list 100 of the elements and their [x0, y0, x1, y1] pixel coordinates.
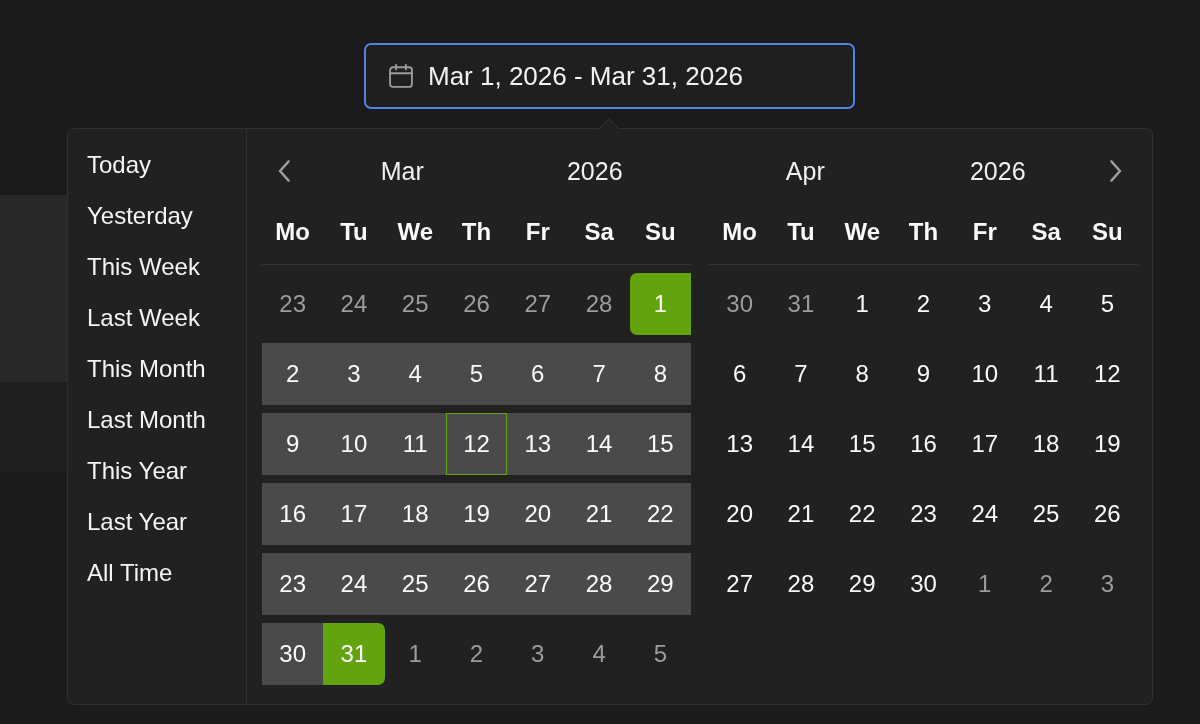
calendar-day[interactable]: 26	[1076, 483, 1138, 545]
calendar-day[interactable]: 16	[262, 483, 324, 545]
calendar-day[interactable]: 2	[445, 623, 508, 685]
calendar-day[interactable]: 17	[323, 483, 385, 545]
weekday-label: Fr	[525, 218, 550, 246]
weekday-label: Mo	[722, 218, 757, 246]
calendar-day[interactable]: 10	[954, 343, 1016, 405]
calendar-day[interactable]: 5	[629, 623, 691, 685]
calendar-day[interactable]: 6	[709, 343, 771, 405]
chevron-right-icon	[1110, 160, 1122, 182]
calendar-day[interactable]: 18	[1015, 413, 1077, 475]
calendar-day[interactable]: 5	[445, 343, 508, 405]
year-label: 2026	[566, 156, 623, 186]
calendar-day[interactable]: 25	[1015, 483, 1077, 545]
calendar-day[interactable]: 3	[323, 343, 385, 405]
calendar-day[interactable]: 9	[892, 343, 955, 405]
calendar-day[interactable]: 1	[831, 273, 893, 335]
weekday-label: Su	[645, 218, 676, 246]
calendar-day[interactable]: 25	[384, 273, 446, 335]
calendar-day[interactable]: 4	[384, 343, 446, 405]
calendar-day[interactable]: 25	[384, 553, 446, 615]
calendar-day[interactable]: 21	[568, 483, 630, 545]
calendar-day[interactable]: 10	[323, 413, 385, 475]
preset-option[interactable]: Last Month	[68, 394, 246, 445]
calendar-day[interactable]: 27	[709, 553, 771, 615]
calendar-day[interactable]: 27	[507, 273, 569, 335]
calendar-day[interactable]: 3	[507, 623, 569, 685]
calendar-day[interactable]: 29	[629, 553, 691, 615]
calendar-day[interactable]: 18	[384, 483, 446, 545]
weekday-label: Tu	[787, 218, 815, 246]
calendar-day[interactable]: 26	[445, 553, 508, 615]
calendar-day[interactable]: 24	[323, 273, 385, 335]
calendar-day[interactable]: 3	[1076, 553, 1138, 615]
calendar-day[interactable]: 23	[262, 273, 324, 335]
calendar-day[interactable]: 5	[1076, 273, 1138, 335]
date-range-field[interactable]: Mar 1, 2026 - Mar 31, 2026	[364, 43, 855, 109]
calendar-day[interactable]: 17	[954, 413, 1016, 475]
calendar-day[interactable]: 1	[954, 553, 1016, 615]
calendar-day[interactable]: 4	[1015, 273, 1077, 335]
calendar-day[interactable]: 13	[507, 413, 569, 475]
calendar-day[interactable]: 11	[1015, 343, 1077, 405]
calendar-day[interactable]: 14	[568, 413, 630, 475]
calendar-day[interactable]: 6	[507, 343, 569, 405]
calendar-day[interactable]: 15	[629, 413, 691, 475]
calendar-day[interactable]: 23	[262, 553, 324, 615]
calendar-day[interactable]: 7	[770, 343, 832, 405]
preset-option[interactable]: Today	[68, 139, 246, 190]
preset-option[interactable]: Yesterday	[68, 190, 246, 241]
calendar-day[interactable]: 30	[892, 553, 955, 615]
preset-option[interactable]: All Time	[68, 547, 246, 598]
calendar-day[interactable]: 27	[507, 553, 569, 615]
month-label: Apr	[785, 156, 825, 186]
calendar-day[interactable]: 28	[568, 273, 630, 335]
calendar-day[interactable]: 2	[892, 273, 955, 335]
calendar-day[interactable]: 11	[384, 413, 446, 475]
calendar-day[interactable]: 22	[629, 483, 691, 545]
calendar-day[interactable]: 28	[568, 553, 630, 615]
calendar-day[interactable]: 4	[568, 623, 630, 685]
calendar-day[interactable]: 19	[1076, 413, 1138, 475]
month-label: Mar	[380, 156, 424, 186]
calendar-day[interactable]: 9	[262, 413, 324, 475]
calendar-day[interactable]: 24	[323, 553, 385, 615]
weekday-label: Sa	[1031, 218, 1061, 246]
weekday-label: Fr	[972, 218, 997, 246]
weekday-label: Mo	[275, 218, 310, 246]
calendar-day[interactable]: 28	[770, 553, 832, 615]
calendar-day[interactable]: 26	[445, 273, 508, 335]
weekday-label: Th	[908, 218, 939, 246]
calendar-day[interactable]: 20	[507, 483, 569, 545]
calendar-day[interactable]: 8	[629, 343, 691, 405]
preset-option[interactable]: Last Week	[68, 292, 246, 343]
calendar-day[interactable]: 19	[445, 483, 508, 545]
calendar-day[interactable]: 30	[709, 273, 771, 335]
calendar-day[interactable]: 21	[770, 483, 832, 545]
calendar-day[interactable]: 22	[831, 483, 893, 545]
calendar-day[interactable]: 12	[445, 413, 508, 475]
calendar-day[interactable]: 23	[892, 483, 955, 545]
calendar-day[interactable]: 13	[709, 413, 771, 475]
calendar-day[interactable]: 30	[262, 623, 324, 685]
preset-option[interactable]: This Month	[68, 343, 246, 394]
calendar-day[interactable]: 31	[770, 273, 832, 335]
calendar-day[interactable]: 12	[1076, 343, 1138, 405]
calendar-day[interactable]: 16	[892, 413, 955, 475]
calendar-day[interactable]: 20	[709, 483, 771, 545]
calendar-day[interactable]: 3	[954, 273, 1016, 335]
chevron-left-icon	[278, 160, 290, 182]
calendar-day[interactable]: 1	[384, 623, 446, 685]
calendar-day[interactable]: 7	[568, 343, 630, 405]
calendar-day[interactable]: 8	[831, 343, 893, 405]
weekday-label: We	[397, 218, 433, 246]
calendar-day[interactable]: 15	[831, 413, 893, 475]
preset-option[interactable]: Last Year	[68, 496, 246, 547]
preset-option[interactable]: This Week	[68, 241, 246, 292]
calendar-day[interactable]: 24	[954, 483, 1016, 545]
calendar-day[interactable]: 14	[770, 413, 832, 475]
calendar-day[interactable]: 29	[831, 553, 893, 615]
weekday-label: Sa	[584, 218, 614, 246]
calendar-day[interactable]: 2	[262, 343, 324, 405]
preset-option[interactable]: This Year	[68, 445, 246, 496]
calendar-day[interactable]: 2	[1015, 553, 1077, 615]
